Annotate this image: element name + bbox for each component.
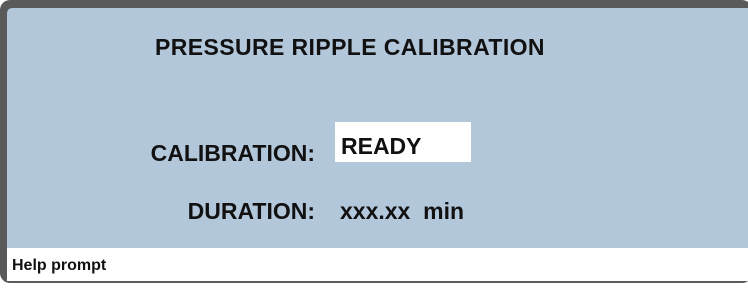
calibration-screen: PRESSURE RIPPLE CALIBRATION CALIBRATION:…: [7, 8, 748, 281]
page-title: PRESSURE RIPPLE CALIBRATION: [155, 34, 545, 60]
calibration-status-value: READY: [341, 133, 422, 159]
duration-value: xxx.xx min: [340, 198, 465, 224]
calibration-label: CALIBRATION:: [150, 140, 315, 166]
device-frame: PRESSURE RIPPLE CALIBRATION CALIBRATION:…: [0, 0, 748, 283]
calibration-status-field[interactable]: READY: [335, 122, 471, 162]
duration-label: DURATION:: [187, 198, 315, 224]
help-prompt-text: Help prompt: [12, 257, 107, 274]
help-prompt-bar: Help prompt: [7, 248, 748, 281]
